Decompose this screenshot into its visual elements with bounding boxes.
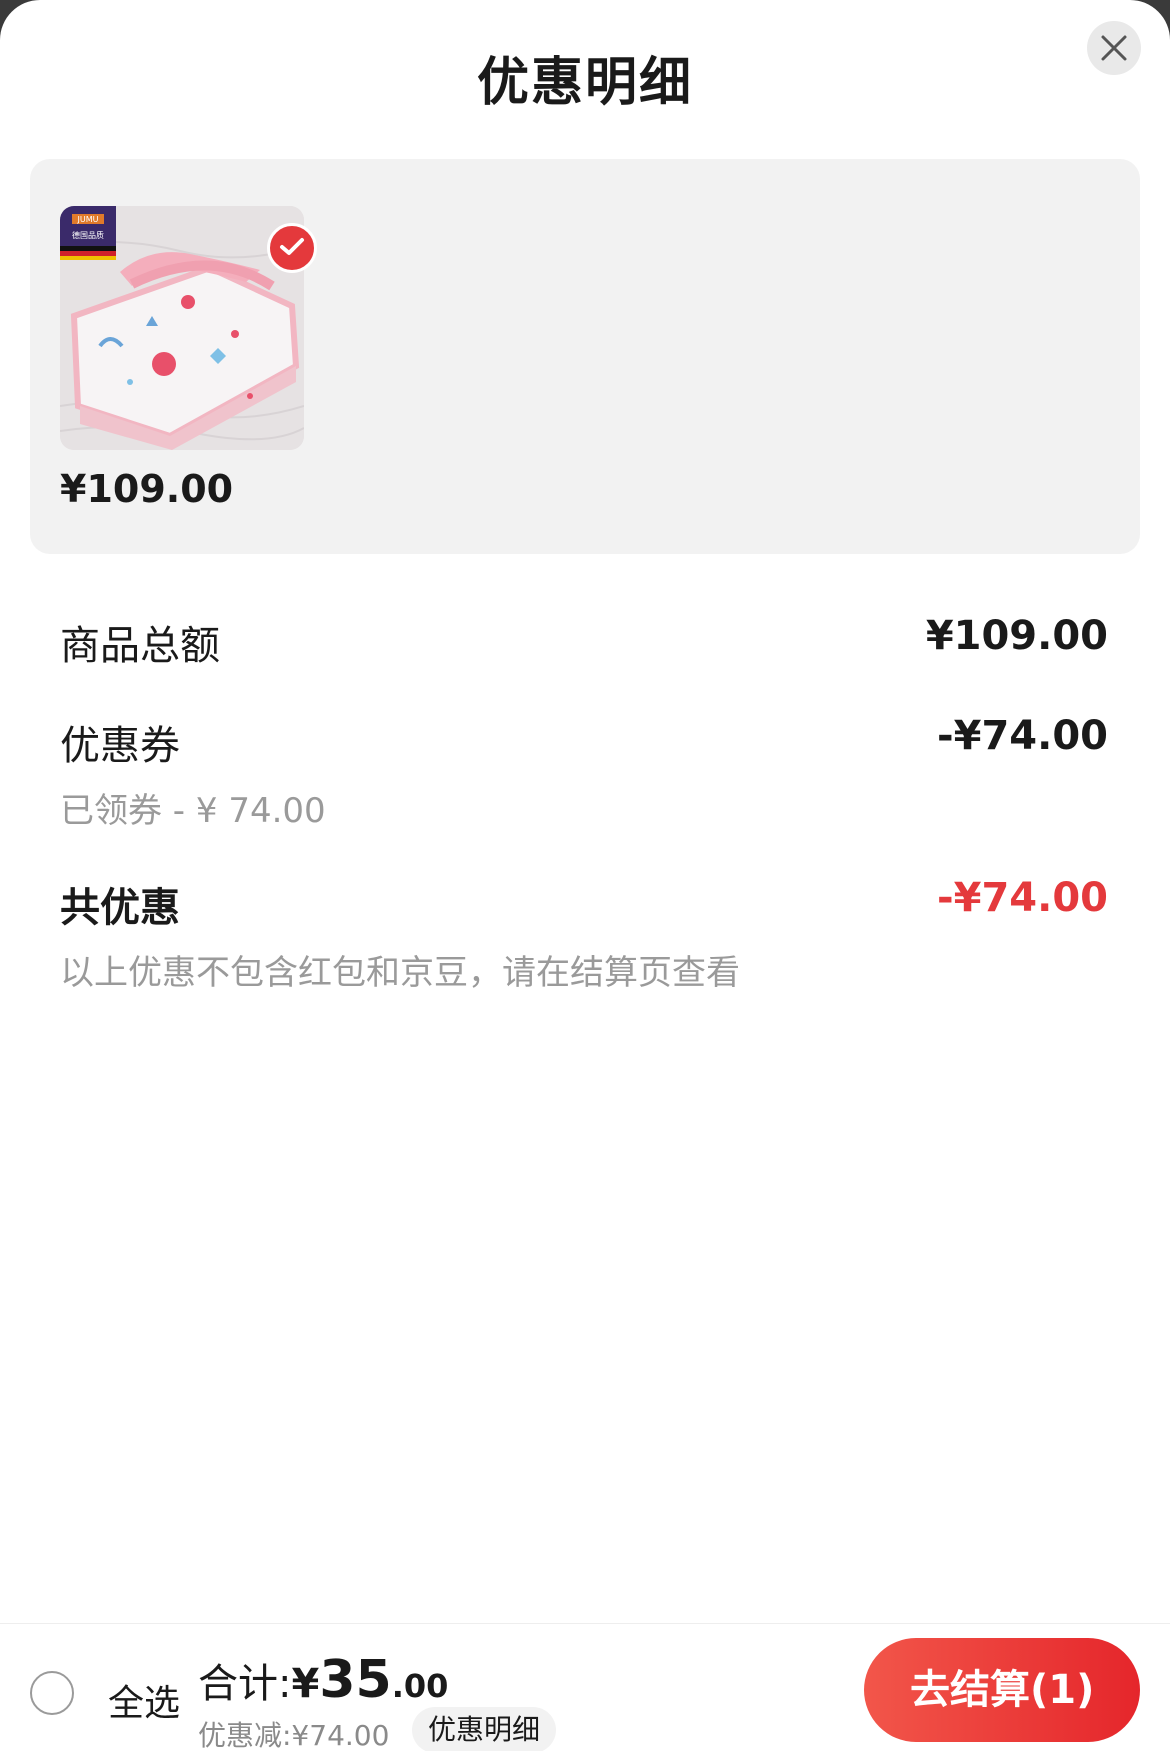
coupon-label: 优惠券 — [60, 723, 180, 769]
total-label: 合计: — [198, 1661, 292, 1707]
goods-total-label: 商品总额 — [60, 623, 220, 669]
checkout-button[interactable]: 去结算(1) — [864, 1638, 1140, 1742]
discount-note: 以上优惠不包含红包和京豆，请在结算页查看 — [60, 953, 740, 993]
page-title: 优惠明细 — [476, 53, 693, 113]
footer-discount-text: 优惠减:¥74.00 — [198, 1719, 390, 1751]
close-icon — [1101, 35, 1127, 61]
select-all-label[interactable]: 全选 — [108, 1674, 180, 1726]
selected-check-icon[interactable] — [267, 223, 317, 273]
close-button[interactable] — [1087, 21, 1141, 75]
radio-circle-icon[interactable] — [30, 1671, 74, 1715]
total-currency: ¥ — [291, 1661, 320, 1707]
total-decimal: .00 — [391, 1667, 449, 1705]
check-icon — [280, 238, 304, 255]
total-discount-value: -¥74.00 — [937, 875, 1108, 921]
total-discount-label: 共优惠 — [60, 885, 180, 931]
discount-detail-button[interactable]: 优惠明细 — [412, 1707, 557, 1751]
coupon-value: -¥74.00 — [937, 713, 1108, 759]
total-integer: 35 — [319, 1650, 392, 1710]
brand-badge-top: JUMU — [77, 215, 99, 224]
checkout-bar: 全选 合计:¥35.00 优惠减:¥74.00 优惠明细 去结算(1) — [0, 1623, 1170, 1751]
discount-detail-sheet: 优惠明细 JUMU 德国品质 ¥109.00 商品总额 ¥109.00 优惠券 … — [0, 0, 1170, 1751]
coupon-sub-text: 已领券 - ¥ 74.00 — [60, 791, 326, 831]
goods-total-value: ¥109.00 — [925, 613, 1108, 659]
product-card: JUMU 德国品质 ¥109.00 — [30, 159, 1140, 554]
brand-badge-text: 德国品质 — [72, 230, 104, 240]
product-price: ¥109.00 — [60, 467, 234, 511]
total-amount: 合计:¥35.00 — [198, 1650, 448, 1710]
